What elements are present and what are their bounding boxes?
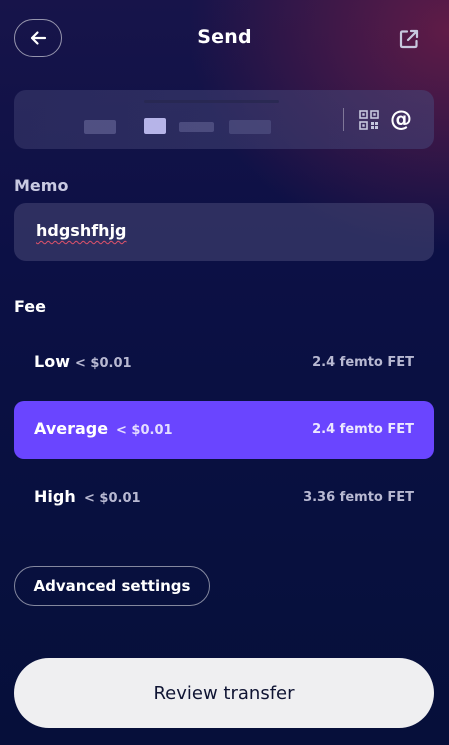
fee-option-low[interactable]: Low < $0.01 2.4 femto FET	[14, 334, 434, 392]
memo-input[interactable]: hdgshfhjg	[14, 203, 434, 261]
address-book-button[interactable]: @	[388, 107, 414, 133]
fee-option-name: Low	[34, 352, 70, 371]
fee-option-name: High	[34, 487, 76, 506]
redacted-address-block	[84, 120, 116, 134]
redacted-address-block	[144, 118, 166, 134]
recipient-address-field[interactable]: @	[14, 90, 434, 149]
fee-option-amount: 3.36 femto FET	[303, 490, 414, 505]
page-title: Send	[197, 26, 252, 48]
redacted-address-line	[144, 100, 279, 103]
qr-code-icon	[359, 110, 379, 130]
advanced-settings-button[interactable]: Advanced settings	[14, 566, 210, 606]
redacted-address-block	[179, 122, 214, 132]
scan-qr-button[interactable]	[358, 109, 380, 131]
external-link-icon	[399, 29, 419, 49]
open-external-button[interactable]	[397, 27, 421, 51]
fee-option-usd: < $0.01	[116, 423, 173, 438]
memo-value: hdgshfhjg	[36, 221, 127, 240]
fee-option-usd: < $0.01	[75, 356, 132, 371]
fee-option-name: Average	[34, 419, 109, 438]
redacted-address-block	[229, 120, 271, 134]
fee-option-average[interactable]: Average < $0.01 2.4 femto FET	[14, 401, 434, 459]
fee-option-usd: < $0.01	[84, 491, 141, 506]
review-transfer-button[interactable]: Review transfer	[14, 658, 434, 728]
header: Send	[0, 0, 449, 78]
fee-option-amount: 2.4 femto FET	[312, 422, 414, 437]
memo-label: Memo	[14, 176, 69, 195]
fee-option-amount: 2.4 femto FET	[312, 355, 414, 370]
fee-label: Fee	[14, 297, 46, 316]
fee-option-high[interactable]: High < $0.01 3.36 femto FET	[14, 469, 434, 527]
field-divider	[343, 108, 344, 131]
